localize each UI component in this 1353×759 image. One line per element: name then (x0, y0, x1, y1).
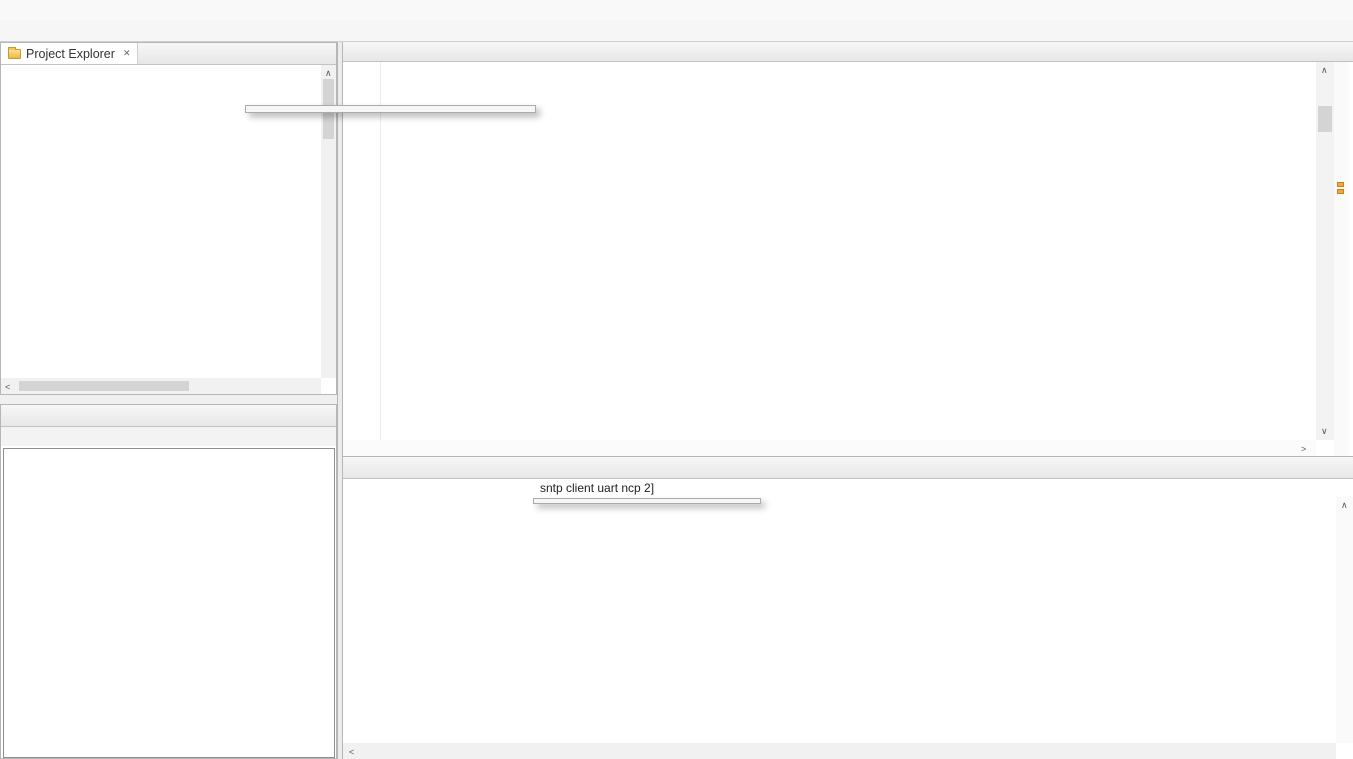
folder-icon (8, 49, 21, 59)
console-hscrollbar[interactable]: < (343, 743, 1336, 759)
menu-bar (0, 0, 1353, 20)
scroll-left-icon[interactable]: < (349, 747, 354, 757)
editor-hscrollbar[interactable]: > (343, 440, 1316, 456)
console-tabbar (343, 457, 1353, 479)
project-explorer-tab[interactable]: Project Explorer ✕ (1, 43, 138, 64)
console-description-row: sntp client uart ncp 2] (343, 479, 1353, 497)
scroll-right-icon[interactable]: > (1301, 444, 1306, 454)
adapters-tabbar (1, 405, 336, 427)
scroll-up-icon[interactable]: ∧ (1321, 65, 1328, 75)
scrollbar-thumb[interactable] (19, 381, 189, 391)
line-number-gutter (343, 62, 381, 440)
adapters-content (3, 448, 335, 758)
console-description: sntp client uart ncp 2] (540, 481, 654, 495)
debug-as-submenu (533, 498, 761, 504)
code-editor[interactable]: ∧ ∨ > (343, 62, 1353, 456)
console-output[interactable] (343, 497, 1336, 743)
main-toolbar (0, 20, 1353, 42)
console-panel: sntp client uart ncp 2] ∧ < (343, 456, 1353, 759)
adapters-toolbar (1, 427, 336, 446)
project-explorer-tabbar: Project Explorer ✕ (1, 43, 336, 65)
adapters-panel (0, 404, 337, 759)
console-vscrollbar[interactable]: ∧ (1336, 497, 1353, 743)
tree-hscrollbar[interactable]: < (1, 378, 321, 394)
close-icon[interactable]: ✕ (123, 48, 131, 59)
overview-ruler[interactable] (1334, 62, 1349, 456)
scroll-up-icon[interactable]: ∧ (1341, 500, 1348, 510)
project-explorer-panel: Project Explorer ✕ ∧ < (0, 42, 337, 395)
scrollbar-thumb[interactable] (1318, 106, 1332, 132)
scroll-down-icon[interactable]: ∨ (1321, 426, 1328, 436)
editor-tabbar (343, 42, 1353, 62)
scroll-left-icon[interactable]: < (5, 382, 10, 392)
editor-vscrollbar[interactable]: ∧ ∨ (1316, 62, 1334, 440)
scroll-up-icon[interactable]: ∧ (325, 68, 332, 78)
warning-marker-icon[interactable] (1337, 189, 1344, 194)
project-explorer-toolbar (332, 43, 336, 64)
context-menu (245, 105, 536, 113)
warning-marker-icon[interactable] (1337, 182, 1344, 187)
ide-window: Project Explorer ✕ ∧ < ∧ ∨ (0, 0, 1353, 759)
horizontal-sash[interactable] (0, 395, 337, 404)
project-explorer-title: Project Explorer (26, 47, 115, 61)
